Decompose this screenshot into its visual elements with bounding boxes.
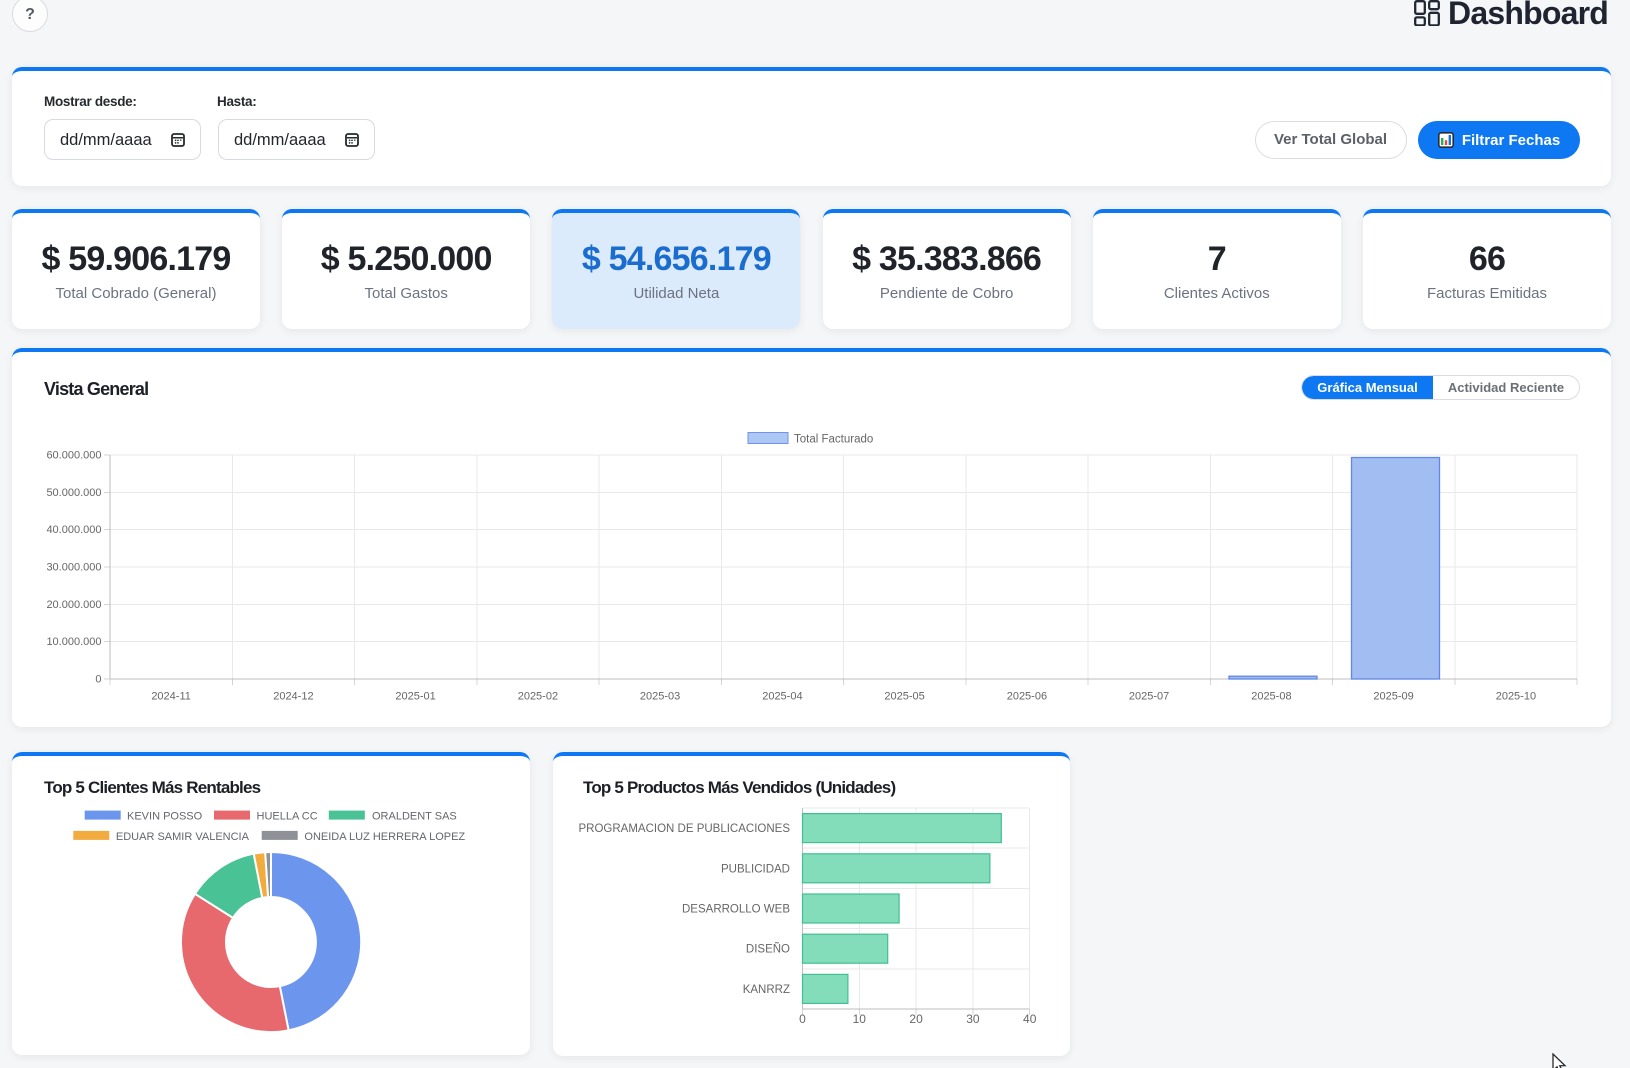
svg-text:PUBLICIDAD: PUBLICIDAD [721, 863, 790, 875]
svg-text:60.000.000: 60.000.000 [46, 450, 101, 462]
svg-text:Total Facturado: Total Facturado [794, 434, 873, 446]
svg-text:DESARROLLO WEB: DESARROLLO WEB [682, 904, 790, 916]
svg-text:0: 0 [95, 674, 101, 686]
svg-text:2025-05: 2025-05 [884, 691, 924, 703]
svg-text:2025-01: 2025-01 [395, 691, 435, 703]
svg-text:DISEÑO: DISEÑO [746, 943, 790, 956]
svg-text:EDUAR SAMIR VALENCIA: EDUAR SAMIR VALENCIA [116, 831, 250, 843]
svg-text:30.000.000: 30.000.000 [46, 562, 101, 574]
svg-text:2025-07: 2025-07 [1129, 691, 1169, 703]
svg-text:2024-12: 2024-12 [273, 691, 313, 703]
svg-text:10: 10 [853, 1012, 867, 1026]
svg-text:30: 30 [966, 1012, 980, 1026]
svg-text:20: 20 [909, 1012, 923, 1026]
svg-text:2025-02: 2025-02 [518, 691, 558, 703]
svg-text:10.000.000: 10.000.000 [46, 636, 101, 648]
svg-text:KEVIN POSSO: KEVIN POSSO [127, 811, 203, 823]
svg-text:2025-09: 2025-09 [1373, 691, 1413, 703]
svg-text:0: 0 [799, 1012, 806, 1026]
svg-text:2025-08: 2025-08 [1251, 691, 1291, 703]
svg-text:ORALDENT SAS: ORALDENT SAS [372, 811, 457, 823]
svg-text:2025-06: 2025-06 [1007, 691, 1047, 703]
svg-text:40.000.000: 40.000.000 [46, 524, 101, 536]
svg-text:2025-03: 2025-03 [640, 691, 680, 703]
svg-text:40: 40 [1023, 1012, 1037, 1026]
svg-text:KANRRZ: KANRRZ [743, 984, 790, 996]
svg-text:PROGRAMACION DE PUBLICACIONES: PROGRAMACION DE PUBLICACIONES [578, 823, 790, 835]
svg-text:2024-11: 2024-11 [151, 691, 191, 703]
svg-text:20.000.000: 20.000.000 [46, 599, 101, 611]
svg-text:50.000.000: 50.000.000 [46, 487, 101, 499]
svg-text:2025-10: 2025-10 [1496, 691, 1536, 703]
svg-text:ONEIDA LUZ HERRERA LOPEZ: ONEIDA LUZ HERRERA LOPEZ [304, 831, 465, 843]
svg-text:HUELLA CC: HUELLA CC [257, 811, 318, 823]
svg-text:2025-04: 2025-04 [762, 691, 802, 703]
